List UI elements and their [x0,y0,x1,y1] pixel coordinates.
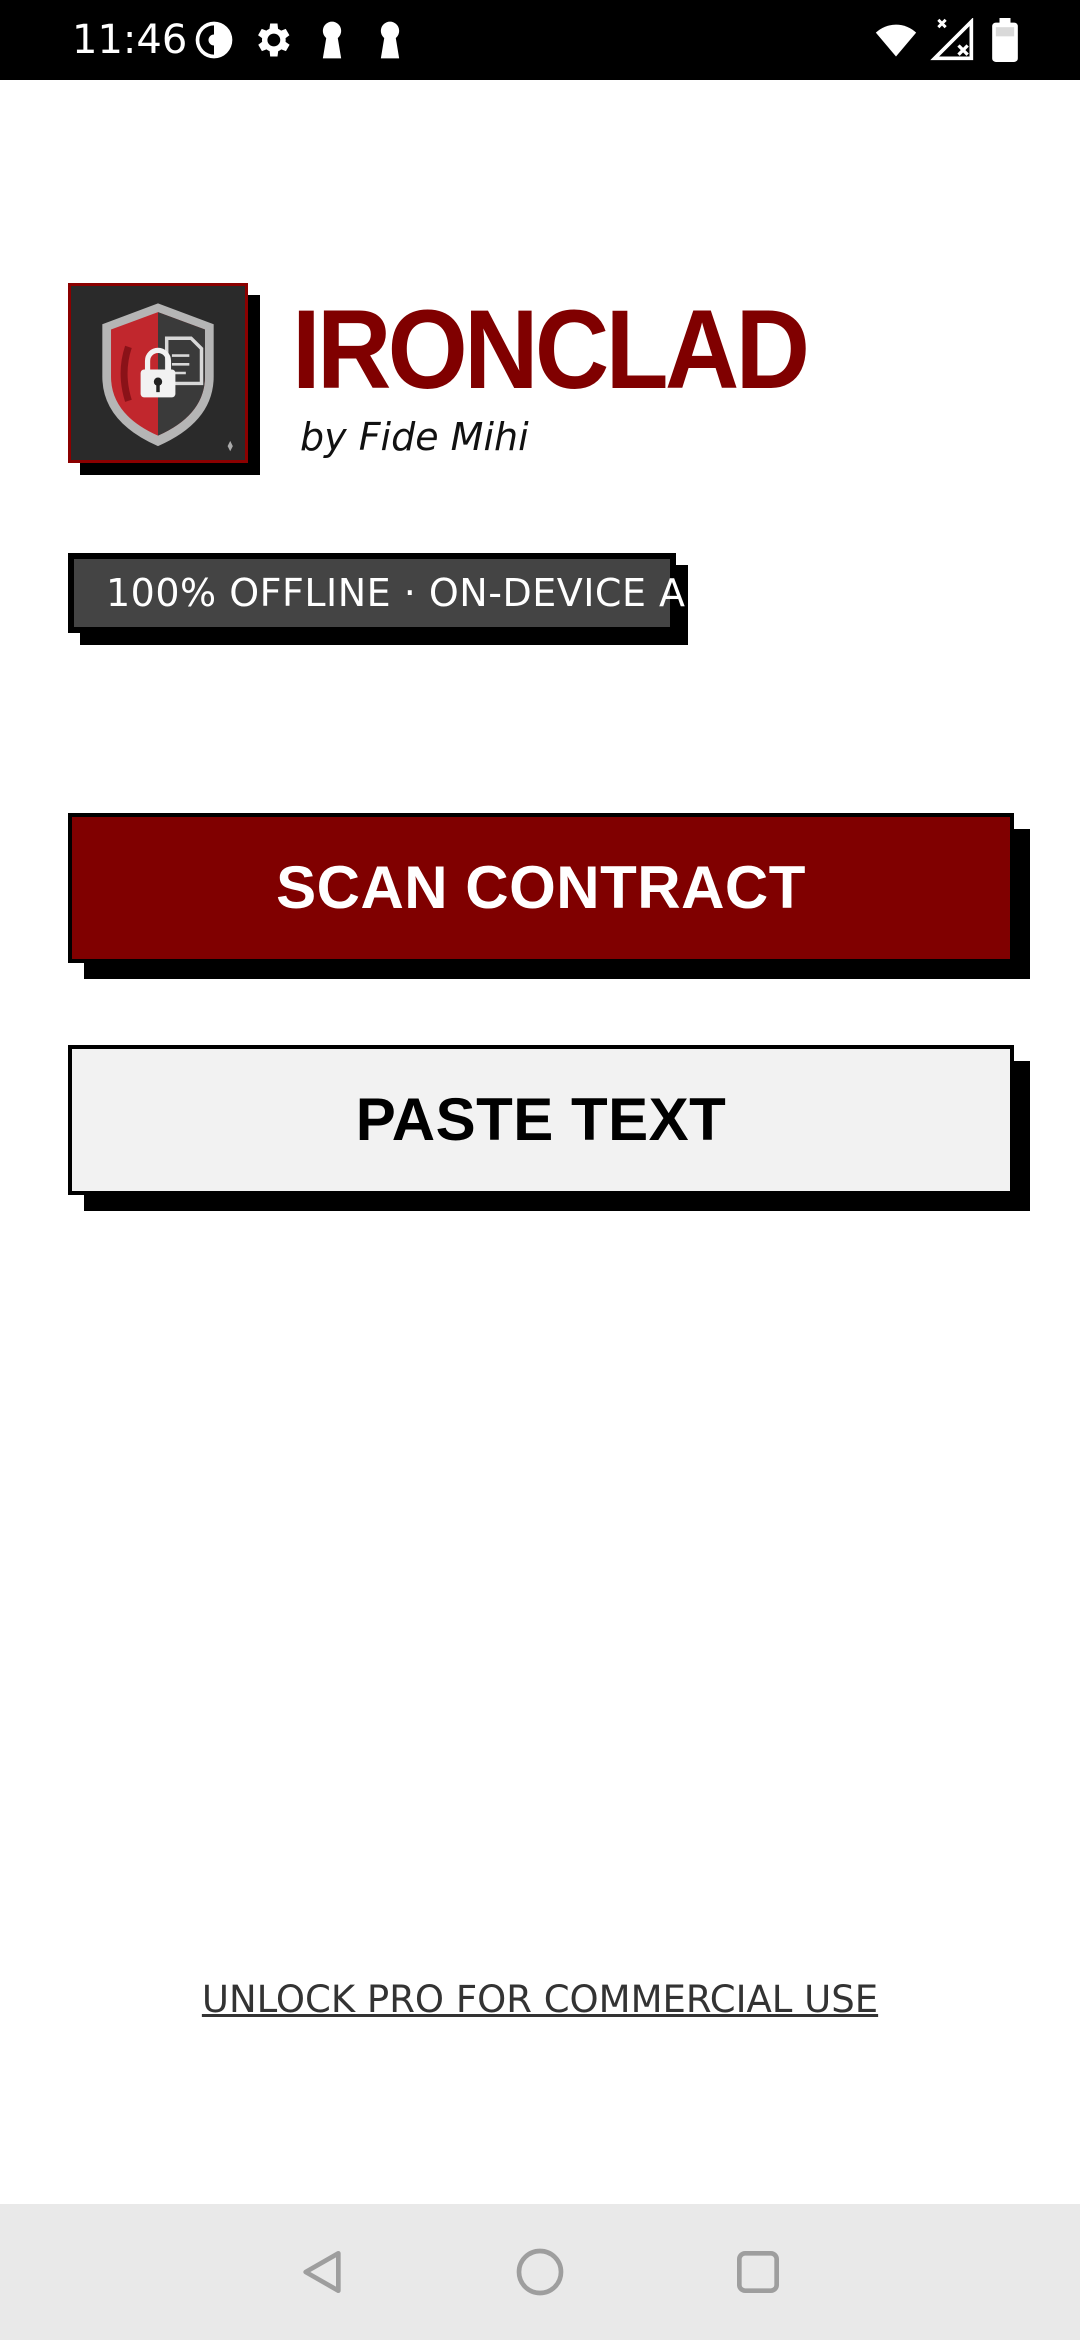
system-nav-bar [0,2204,1080,2340]
contrast-icon [192,18,236,62]
app-logo [68,283,260,475]
no-signal-icon [930,18,976,62]
shield-lock-document-icon [68,283,248,463]
scan-contract-button[interactable]: SCAN CONTRACT [68,813,1014,963]
offline-badge: 100% OFFLINE · ON-DEVICE AI [68,553,697,645]
paste-text-container: PASTE TEXT [68,1045,1030,1211]
keyhole-icon [368,18,412,62]
paste-text-button[interactable]: PASTE TEXT [68,1045,1014,1195]
status-bar: 11:46 [0,0,1080,80]
keyhole-icon [310,18,354,62]
unlock-pro-link[interactable]: UNLOCK PRO FOR COMMERCIAL USE [0,1972,1080,2028]
app-subtitle: by Fide Mihi [300,415,529,459]
back-icon[interactable] [294,2244,350,2300]
gear-icon [250,18,294,62]
app-screen: 11:46 IRONCLAD by Fide Mihi 100% OFFLINE… [0,0,1080,2340]
recents-icon[interactable] [730,2244,786,2300]
status-time: 11:46 [72,17,188,63]
offline-badge-label: 100% OFFLINE · ON-DEVICE AI [68,553,697,633]
app-title: IRONCLAD [292,287,810,412]
home-icon[interactable] [512,2244,568,2300]
battery-icon [990,18,1020,62]
wifi-icon [872,18,920,62]
scan-contract-container: SCAN CONTRACT [68,813,1030,979]
